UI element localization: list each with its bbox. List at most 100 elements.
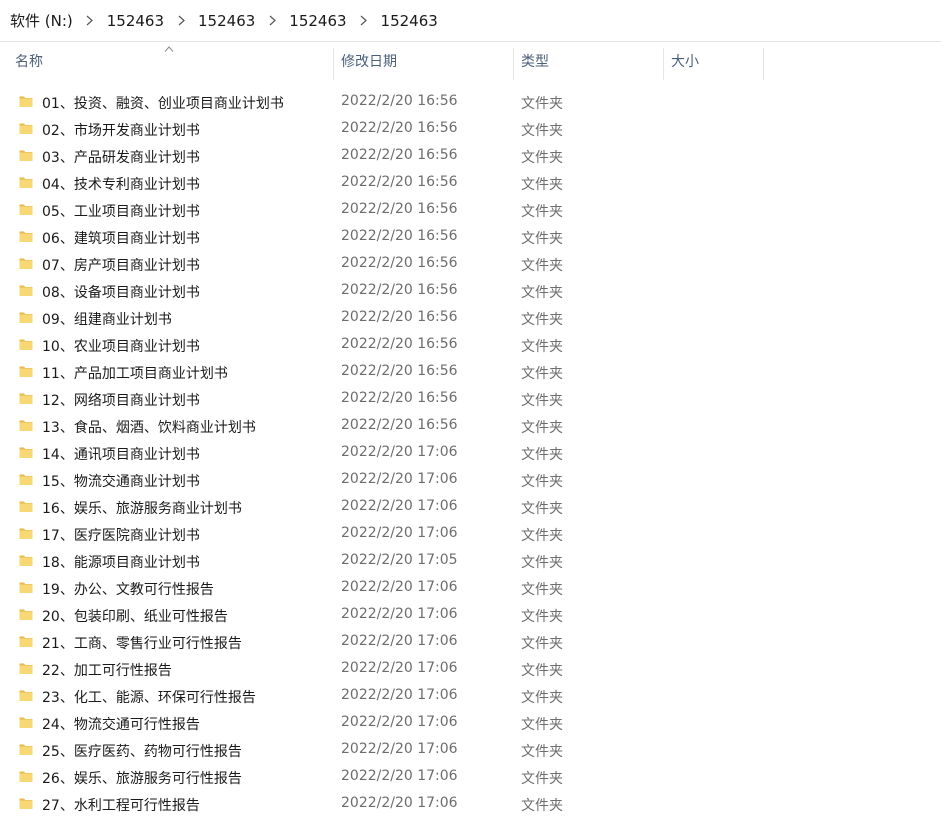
file-row[interactable]: 18、能源项目商业计划书 2022/2/20 17:05 文件夹 [0, 548, 941, 575]
file-modified-date: 2022/2/20 16:56 [341, 174, 458, 190]
file-type: 文件夹 [521, 744, 563, 760]
folder-icon [19, 148, 33, 162]
file-list: 01、投资、融资、创业项目商业计划书 2022/2/20 16:56 文件夹 02、市… [0, 89, 941, 818]
file-name: 24、物流交通可行性报告 [42, 717, 200, 733]
file-row[interactable]: 21、工商、零售行业可行性报告 2022/2/20 17:06 文件夹 [0, 629, 941, 656]
breadcrumb-folder[interactable]: 152463 [289, 12, 346, 30]
file-name: 18、能源项目商业计划书 [42, 555, 200, 571]
breadcrumb-drive[interactable]: 软件 (N:) [10, 10, 73, 31]
file-modified-date: 2022/2/20 16:56 [341, 147, 458, 163]
folder-icon [19, 391, 33, 405]
file-type: 文件夹 [521, 555, 563, 571]
file-row[interactable]: 06、建筑项目商业计划书 2022/2/20 16:56 文件夹 [0, 224, 941, 251]
file-row[interactable]: 17、医疗医院商业计划书 2022/2/20 17:06 文件夹 [0, 521, 941, 548]
file-row[interactable]: 07、房产项目商业计划书 2022/2/20 16:56 文件夹 [0, 251, 941, 278]
file-modified-date: 2022/2/20 17:06 [341, 741, 458, 757]
file-modified-date: 2022/2/20 16:56 [341, 93, 458, 109]
chevron-right-icon[interactable] [255, 13, 289, 28]
folder-icon [19, 337, 33, 351]
file-type: 文件夹 [521, 177, 563, 193]
file-modified-date: 2022/2/20 16:56 [341, 201, 458, 217]
breadcrumb-folder[interactable]: 152463 [107, 12, 164, 30]
file-modified-date: 2022/2/20 16:56 [341, 282, 458, 298]
file-row[interactable]: 01、投资、融资、创业项目商业计划书 2022/2/20 16:56 文件夹 [0, 89, 941, 116]
file-type: 文件夹 [521, 636, 563, 652]
file-row[interactable]: 10、农业项目商业计划书 2022/2/20 16:56 文件夹 [0, 332, 941, 359]
file-name: 20、包装印刷、纸业可性报告 [42, 609, 228, 625]
folder-icon [19, 526, 33, 540]
file-row[interactable]: 20、包装印刷、纸业可性报告 2022/2/20 17:06 文件夹 [0, 602, 941, 629]
file-name: 07、房产项目商业计划书 [42, 258, 200, 274]
file-type: 文件夹 [521, 204, 563, 220]
column-divider[interactable] [763, 48, 764, 80]
breadcrumb-current-folder[interactable]: 152463 [381, 12, 438, 30]
folder-icon [19, 202, 33, 216]
file-row[interactable]: 27、水利工程可行性报告 2022/2/20 17:06 文件夹 [0, 791, 941, 818]
file-type: 文件夹 [521, 447, 563, 463]
file-row[interactable]: 09、组建商业计划书 2022/2/20 16:56 文件夹 [0, 305, 941, 332]
column-header-size[interactable]: 大小 [671, 42, 763, 80]
file-type: 文件夹 [521, 312, 563, 328]
file-modified-date: 2022/2/20 17:06 [341, 606, 458, 622]
file-type: 文件夹 [521, 366, 563, 382]
file-type: 文件夹 [521, 771, 563, 787]
breadcrumb-folder[interactable]: 152463 [198, 12, 255, 30]
file-row[interactable]: 26、娱乐、旅游服务可行性报告 2022/2/20 17:06 文件夹 [0, 764, 941, 791]
file-modified-date: 2022/2/20 16:56 [341, 417, 458, 433]
column-header-date[interactable]: 修改日期 [341, 42, 513, 80]
file-modified-date: 2022/2/20 16:56 [341, 336, 458, 352]
file-row[interactable]: 24、物流交通可行性报告 2022/2/20 17:06 文件夹 [0, 710, 941, 737]
file-name: 26、娱乐、旅游服务可行性报告 [42, 771, 242, 787]
column-header-name[interactable]: 名称 [15, 42, 333, 80]
chevron-right-icon[interactable] [347, 13, 381, 28]
file-name: 14、通讯项目商业计划书 [42, 447, 200, 463]
column-divider[interactable] [663, 48, 664, 80]
file-row[interactable]: 22、加工可行性报告 2022/2/20 17:06 文件夹 [0, 656, 941, 683]
file-modified-date: 2022/2/20 16:56 [341, 228, 458, 244]
chevron-right-icon[interactable] [164, 13, 198, 28]
folder-icon [19, 283, 33, 297]
file-modified-date: 2022/2/20 17:06 [341, 633, 458, 649]
column-header-type[interactable]: 类型 [521, 42, 663, 80]
file-row[interactable]: 25、医疗医药、药物可行性报告 2022/2/20 17:06 文件夹 [0, 737, 941, 764]
file-row[interactable]: 04、技术专利商业计划书 2022/2/20 16:56 文件夹 [0, 170, 941, 197]
file-modified-date: 2022/2/20 17:05 [341, 552, 458, 568]
file-modified-date: 2022/2/20 16:56 [341, 390, 458, 406]
file-type: 文件夹 [521, 339, 563, 355]
file-row[interactable]: 16、娱乐、旅游服务商业计划书 2022/2/20 17:06 文件夹 [0, 494, 941, 521]
file-row[interactable]: 14、通讯项目商业计划书 2022/2/20 17:06 文件夹 [0, 440, 941, 467]
file-type: 文件夹 [521, 123, 563, 139]
file-row[interactable]: 19、办公、文教可行性报告 2022/2/20 17:06 文件夹 [0, 575, 941, 602]
column-divider[interactable] [333, 48, 334, 80]
file-name: 02、市场开发商业计划书 [42, 123, 200, 139]
file-name: 23、化工、能源、环保可行性报告 [42, 690, 256, 706]
folder-icon [19, 553, 33, 567]
file-name: 13、食品、烟酒、饮料商业计划书 [42, 420, 256, 436]
file-row[interactable]: 08、设备项目商业计划书 2022/2/20 16:56 文件夹 [0, 278, 941, 305]
file-modified-date: 2022/2/20 17:06 [341, 795, 458, 811]
file-modified-date: 2022/2/20 17:06 [341, 660, 458, 676]
folder-icon [19, 229, 33, 243]
file-row[interactable]: 13、食品、烟酒、饮料商业计划书 2022/2/20 16:56 文件夹 [0, 413, 941, 440]
file-row[interactable]: 05、工业项目商业计划书 2022/2/20 16:56 文件夹 [0, 197, 941, 224]
folder-icon [19, 769, 33, 783]
chevron-right-icon[interactable] [73, 13, 107, 28]
file-row[interactable]: 03、产品研发商业计划书 2022/2/20 16:56 文件夹 [0, 143, 941, 170]
column-divider[interactable] [513, 48, 514, 80]
file-row[interactable]: 12、网络项目商业计划书 2022/2/20 16:56 文件夹 [0, 386, 941, 413]
folder-icon [19, 364, 33, 378]
file-row[interactable]: 15、物流交通商业计划书 2022/2/20 17:06 文件夹 [0, 467, 941, 494]
file-row[interactable]: 11、产品加工项目商业计划书 2022/2/20 16:56 文件夹 [0, 359, 941, 386]
file-name: 22、加工可行性报告 [42, 663, 172, 679]
folder-icon [19, 256, 33, 270]
file-row[interactable]: 23、化工、能源、环保可行性报告 2022/2/20 17:06 文件夹 [0, 683, 941, 710]
file-row[interactable]: 02、市场开发商业计划书 2022/2/20 16:56 文件夹 [0, 116, 941, 143]
file-type: 文件夹 [521, 501, 563, 517]
file-type: 文件夹 [521, 528, 563, 544]
file-name: 10、农业项目商业计划书 [42, 339, 200, 355]
breadcrumb: 软件 (N:) 152463 152463 152463 152463 [0, 0, 941, 42]
file-modified-date: 2022/2/20 16:56 [341, 363, 458, 379]
file-name: 27、水利工程可行性报告 [42, 798, 200, 814]
folder-icon [19, 634, 33, 648]
file-name: 12、网络项目商业计划书 [42, 393, 200, 409]
